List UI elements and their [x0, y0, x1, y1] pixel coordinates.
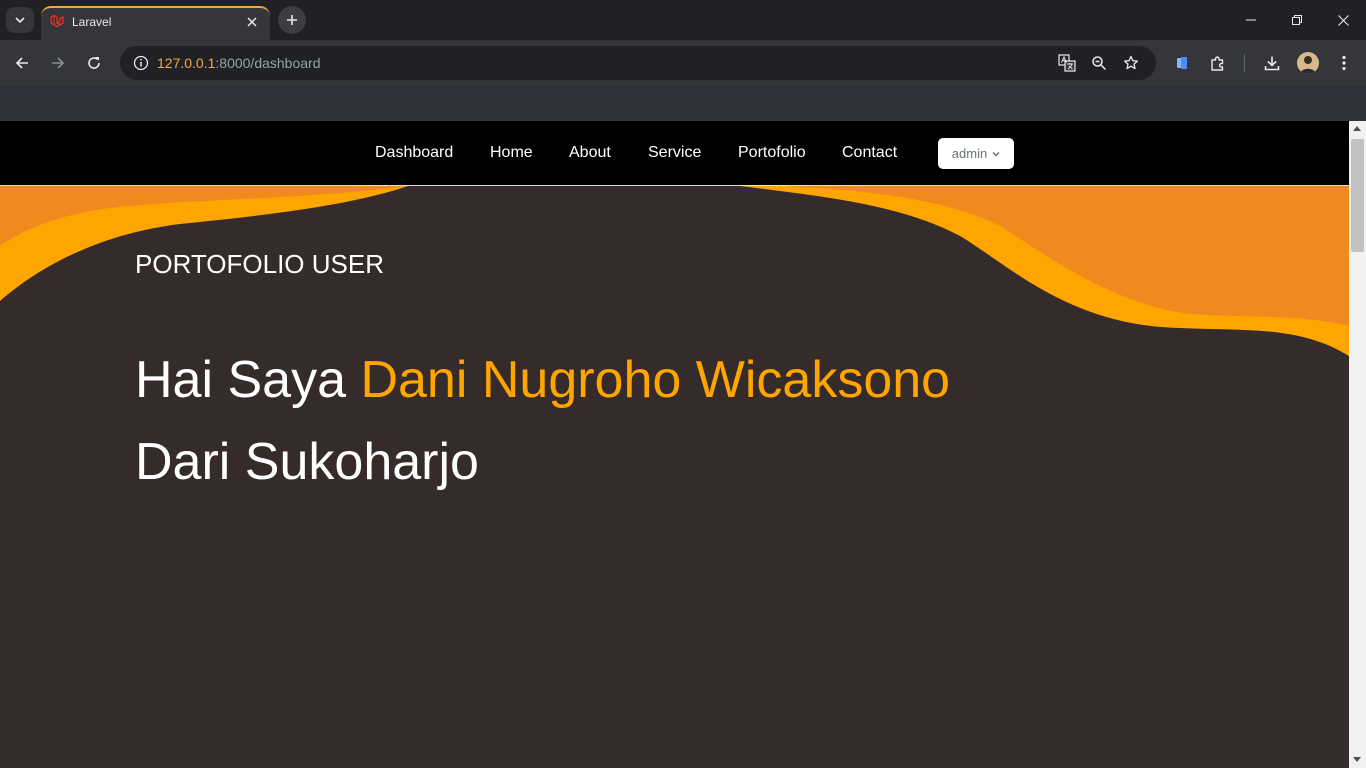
restore-button[interactable] — [1274, 0, 1320, 40]
translate-button[interactable] — [1055, 51, 1079, 75]
extensions-button[interactable] — [1204, 49, 1232, 77]
user-dropdown[interactable]: admin — [938, 138, 1014, 169]
hero-greeting: Hai Saya — [135, 351, 361, 409]
forward-arrow-icon — [52, 57, 65, 69]
profile-icon — [1300, 56, 1316, 74]
nav-link-about[interactable]: About — [569, 144, 611, 162]
tab-close-button[interactable] — [242, 12, 262, 32]
star-icon — [1123, 55, 1139, 70]
url-path: :8000/dashboard — [215, 55, 321, 71]
browser-toolbar: 127.0.0.1:8000/dashboard — [0, 40, 1366, 86]
new-tab-button[interactable] — [278, 6, 306, 34]
hero-heading: Hai Saya Dani Nugroho Wicaksono — [135, 350, 950, 410]
hero-origin: Dari Sukoharjo — [135, 433, 479, 491]
tab-strip: Laravel — [0, 0, 1366, 40]
scroll-thumb[interactable] — [1351, 139, 1364, 252]
url-text[interactable]: 127.0.0.1:8000/dashboard — [157, 55, 320, 71]
zoom-icon — [1092, 56, 1107, 71]
chevron-down-icon — [15, 17, 25, 24]
nav-link-portofolio[interactable]: Portofolio — [738, 144, 806, 162]
page-scrollbar[interactable] — [1349, 121, 1366, 768]
reload-button[interactable] — [80, 49, 108, 77]
nav-link-contact[interactable]: Contact — [842, 144, 897, 162]
zoom-button[interactable] — [1087, 51, 1111, 75]
wave-right-inner — [785, 186, 1349, 326]
user-name: admin — [951, 146, 988, 161]
close-window-icon — [1337, 14, 1349, 26]
minimize-icon — [1246, 19, 1256, 21]
info-icon — [133, 55, 149, 71]
restore-icon — [1292, 15, 1302, 25]
nav-link-service[interactable]: Service — [648, 144, 701, 162]
bookmarks-bar — [0, 86, 1366, 121]
reload-icon — [88, 57, 100, 69]
scroll-up-icon[interactable] — [1353, 126, 1361, 131]
address-bar[interactable]: 127.0.0.1:8000/dashboard — [120, 46, 1156, 80]
tab-organizer-button[interactable] — [1168, 49, 1196, 77]
close-window-button[interactable] — [1320, 0, 1366, 40]
browser-tab[interactable]: Laravel — [41, 6, 270, 40]
more-icon — [1342, 55, 1346, 71]
site-navbar: Dashboard Home About Service Portofolio … — [0, 121, 1349, 186]
bookmark-star-button[interactable] — [1119, 51, 1143, 75]
tab-organizer-icon — [1177, 57, 1187, 69]
menu-button[interactable] — [1330, 49, 1358, 77]
plus-icon — [287, 15, 297, 25]
page-viewport: Dashboard Home About Service Portofolio … — [0, 121, 1349, 768]
tab-title: Laravel — [72, 15, 112, 29]
back-arrow-icon — [15, 57, 28, 69]
nav-link-home[interactable]: Home — [490, 144, 533, 162]
download-icon — [1264, 56, 1280, 71]
minimize-button[interactable] — [1228, 0, 1274, 40]
forward-button[interactable] — [44, 49, 72, 77]
url-host: 127.0.0.1 — [157, 55, 216, 71]
extensions-icon — [1211, 56, 1224, 71]
profile-avatar[interactable] — [1297, 52, 1319, 74]
back-button[interactable] — [8, 49, 36, 77]
tab-search-button[interactable] — [6, 7, 34, 33]
translate-icon — [1058, 54, 1076, 72]
downloads-button[interactable] — [1258, 49, 1286, 77]
section-label: PORTOFOLIO USER — [135, 249, 384, 279]
hero-name: Dani Nugroho Wicaksono — [360, 351, 951, 409]
close-icon — [247, 17, 257, 27]
site-info-button[interactable] — [128, 50, 154, 76]
toolbar-separator — [1244, 54, 1245, 72]
laravel-icon — [50, 14, 64, 28]
nav-link-dashboard[interactable]: Dashboard — [375, 144, 453, 162]
chevron-down-icon — [992, 151, 1000, 156]
scroll-down-icon[interactable] — [1353, 757, 1361, 762]
